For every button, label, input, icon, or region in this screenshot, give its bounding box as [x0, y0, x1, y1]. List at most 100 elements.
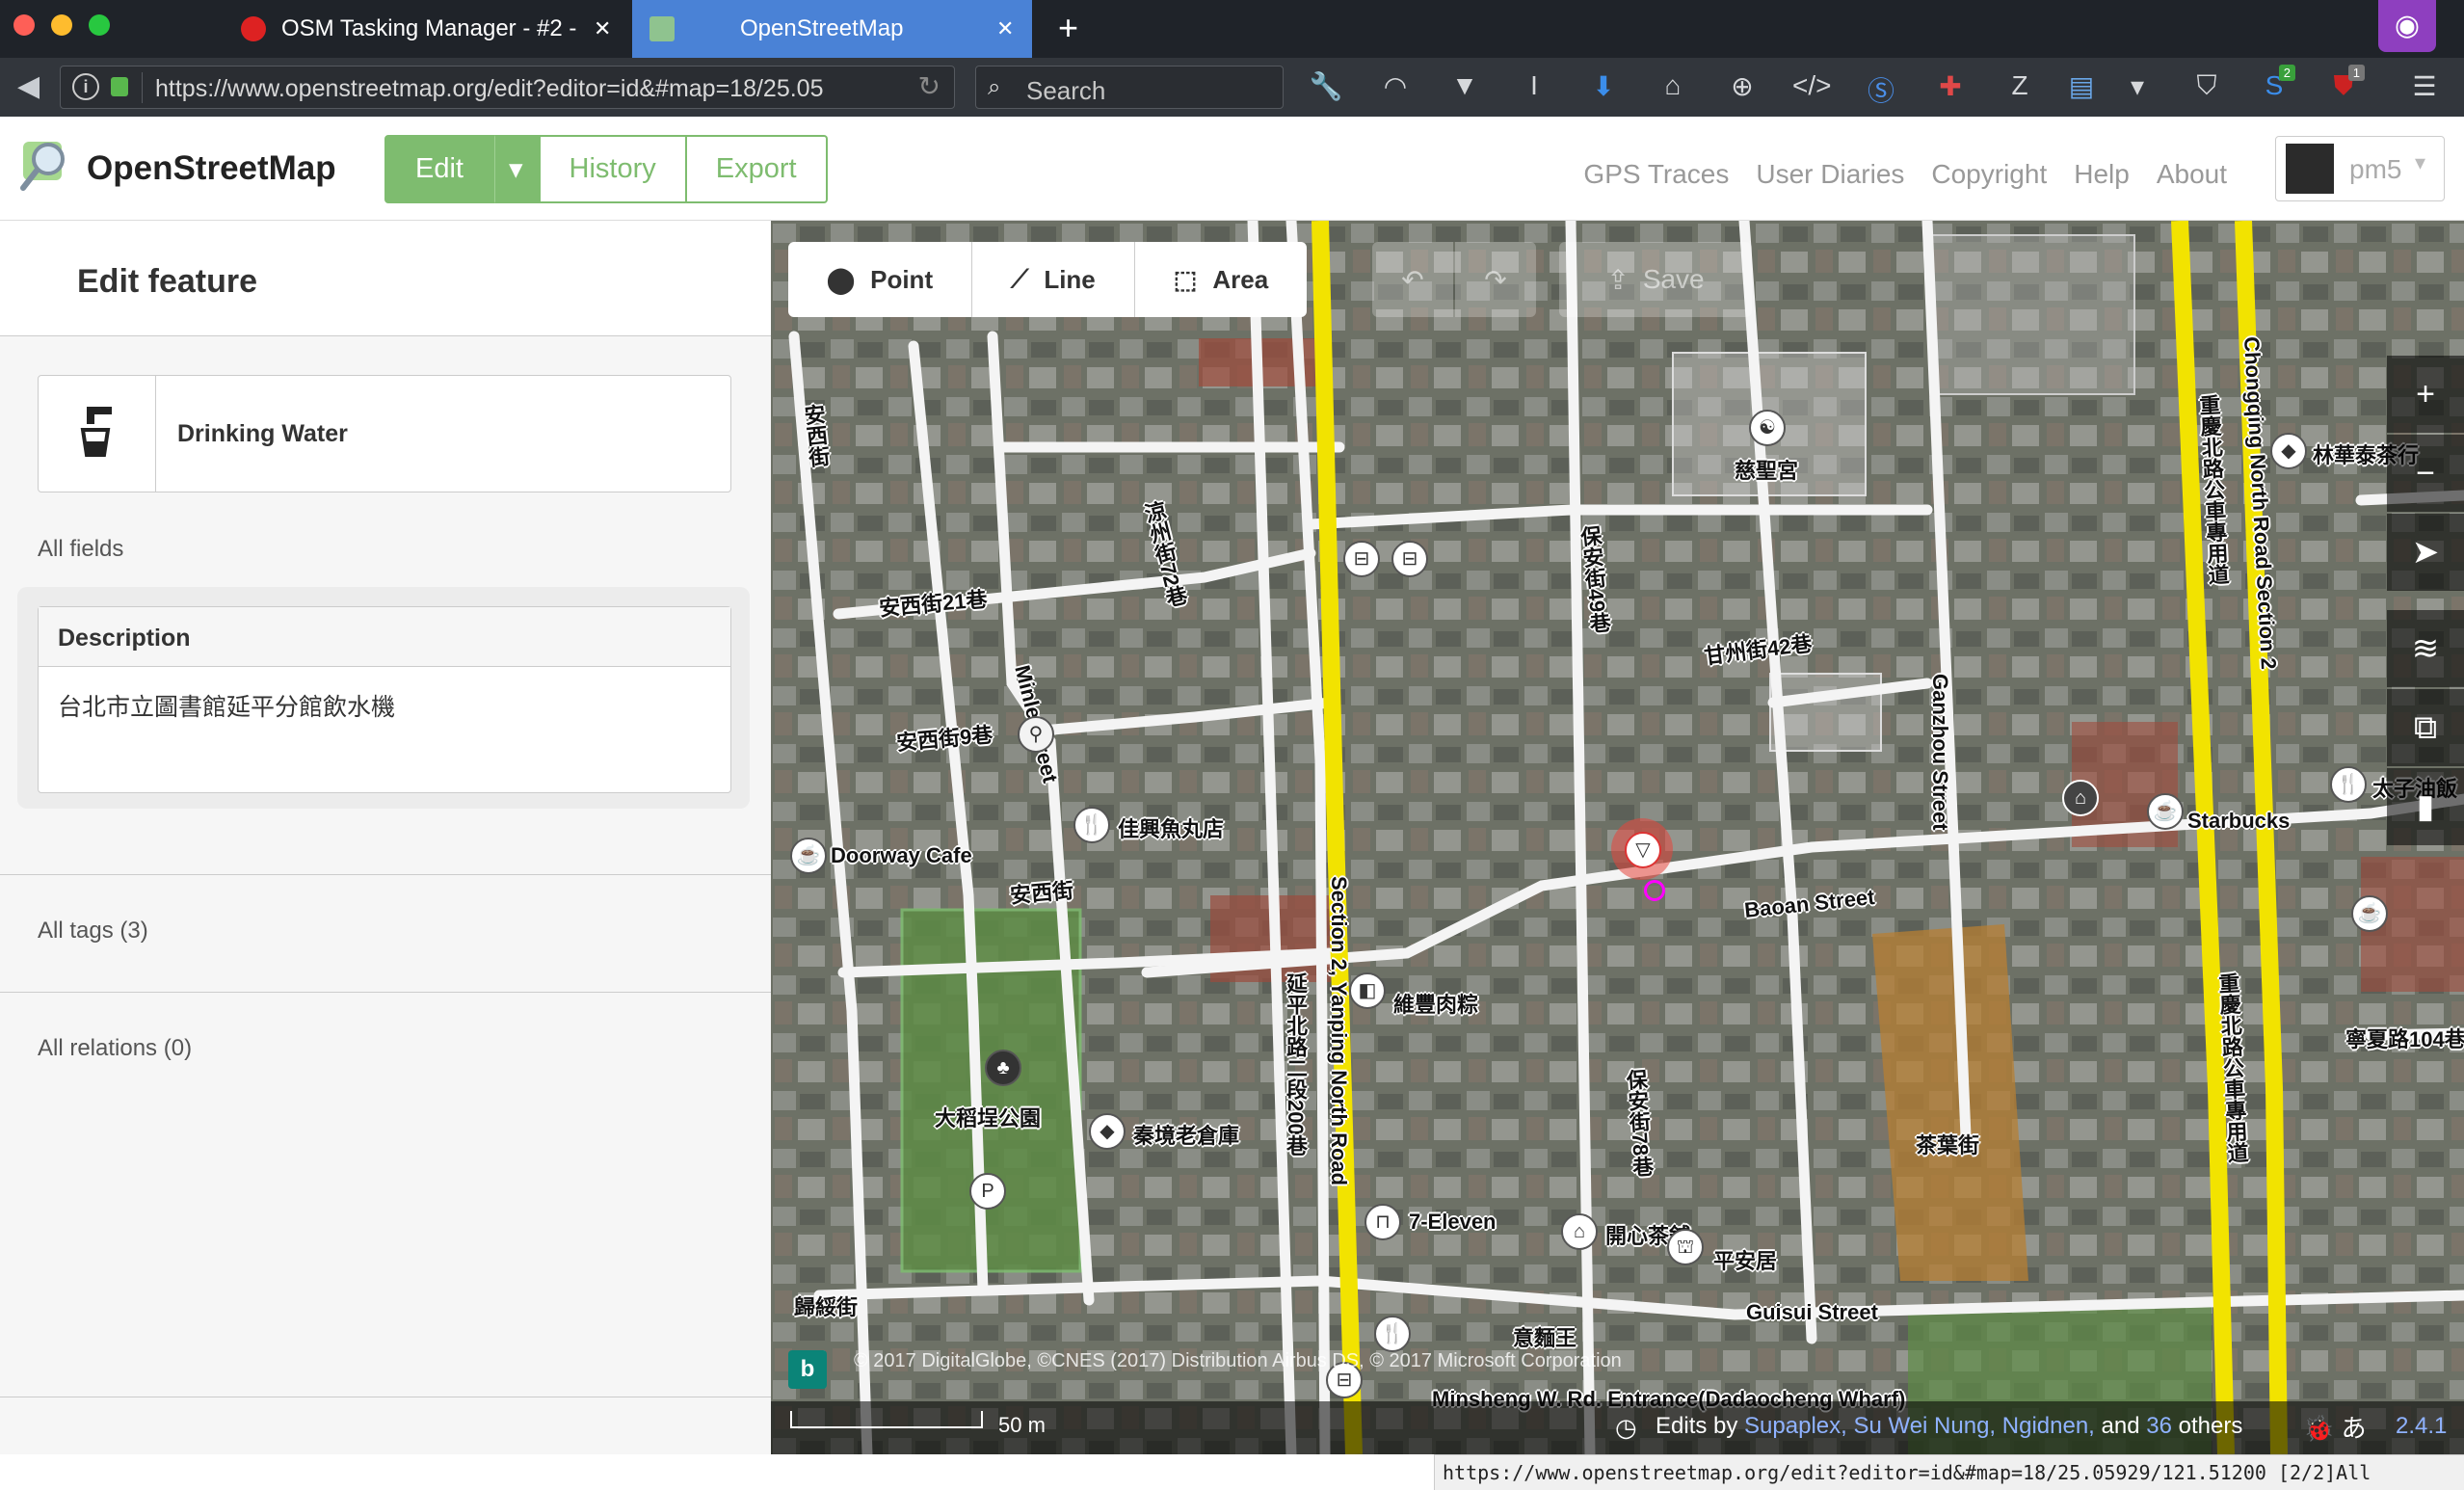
bus-stop-icon[interactable]: ⊟ — [1391, 541, 1428, 577]
add-line-button[interactable]: ⟋ Line — [972, 242, 1135, 317]
all-relations-toggle[interactable]: All relations (0) — [38, 1035, 192, 1062]
all-tags-toggle[interactable]: All tags (3) — [38, 918, 148, 945]
minimize-window-button[interactable] — [51, 14, 72, 36]
reload-icon[interactable]: ↻ — [918, 70, 941, 102]
poi-label: 維豐肉粽 — [1393, 993, 1479, 1017]
background-layers-icon[interactable]: ≋ — [2387, 610, 2464, 687]
poi-label: Starbucks — [2187, 809, 2291, 833]
geolocate-icon[interactable]: ➤ — [2387, 514, 2464, 591]
s-extension-icon[interactable]: Ⓢ — [1862, 70, 1900, 109]
poi-label: 秦境老倉庫 — [1133, 1124, 1240, 1148]
bus-stop-icon[interactable]: ⊟ — [1343, 541, 1380, 577]
map-canvas[interactable]: 安西街 Minle Street Section 2, Yanping Nort… — [771, 221, 2464, 1454]
issues-icon[interactable]: ▮ — [2387, 768, 2464, 845]
browser-nav-bar: ◀ i https://www.openstreetmap.org/edit?e… — [0, 58, 2464, 117]
edit-button[interactable]: Edit — [384, 135, 494, 203]
close-tab-icon[interactable]: ✕ — [594, 16, 611, 41]
info-icon[interactable]: i — [72, 73, 99, 100]
address-text[interactable]: https://www.openstreetmap.org/edit?edito… — [155, 75, 907, 103]
poi-label: 意麵王 — [1513, 1326, 1577, 1350]
vertex-marker[interactable] — [1644, 880, 1665, 901]
bug-report-icon[interactable]: 🐞 あ — [2303, 1409, 2367, 1445]
shop-icon[interactable]: ◆ — [1089, 1113, 1126, 1150]
download-icon[interactable]: ⬇ — [1584, 70, 1623, 102]
add-area-button[interactable]: ⬚ Area — [1134, 242, 1308, 317]
shop-icon[interactable]: ◆ — [2270, 433, 2307, 469]
map-data-icon[interactable]: ⧉ — [2387, 689, 2464, 766]
home-icon[interactable]: ⌂ — [1654, 70, 1692, 101]
drinking-water-marker-icon[interactable]: ▽ — [1625, 832, 1661, 868]
all-fields-toggle[interactable]: All fields — [38, 536, 123, 563]
all-relations-section[interactable]: All relations (0) — [0, 992, 771, 1109]
wrench-icon[interactable]: 🔧 — [1307, 70, 1345, 102]
export-button[interactable]: Export — [686, 135, 828, 203]
zoom-in-icon[interactable]: + — [2387, 356, 2464, 433]
search-box[interactable]: ⌕ Search — [975, 66, 1284, 109]
back-arrow-icon[interactable]: ◀ — [17, 69, 40, 103]
bicycle-icon[interactable]: ⚲ — [1018, 716, 1054, 753]
description-textarea[interactable]: 台北市立圖書館延平分館飲水機 — [58, 688, 395, 723]
convenience-store-icon[interactable]: ⊓ — [1364, 1204, 1401, 1240]
add-point-button[interactable]: ⬤ Point — [788, 242, 973, 317]
place-icon[interactable]: ⛫ — [1667, 1229, 1704, 1265]
cafe-icon[interactable]: ☕ — [790, 838, 827, 874]
private-mask-icon[interactable]: ◉ — [2378, 0, 2436, 52]
restaurant-icon[interactable]: 🍴 — [1073, 807, 1110, 843]
undo-icon[interactable]: ↶ — [1372, 242, 1453, 317]
preset-selector[interactable]: Drinking Water — [38, 375, 731, 492]
gift-icon[interactable]: ⌂ — [1561, 1213, 1598, 1250]
edit-dropdown-caret-icon[interactable]: ▾ — [493, 135, 539, 203]
user-menu[interactable]: pm5 ▾ — [2275, 136, 2445, 201]
nav-gps-traces[interactable]: GPS Traces — [1583, 159, 1729, 190]
medical-cross-icon[interactable]: ✚ — [1931, 70, 1970, 102]
cafe-icon[interactable]: ☕ — [2351, 895, 2388, 932]
history-button[interactable]: History — [538, 135, 687, 203]
instapaper-icon[interactable]: I — [1515, 70, 1553, 101]
new-tab-plus-icon[interactable]: + — [1058, 8, 1078, 48]
close-tab-icon[interactable]: ✕ — [996, 16, 1014, 41]
s-badge-extension-icon[interactable]: S2 — [2255, 65, 2295, 101]
contrib-suffix: others — [2178, 1413, 2243, 1439]
temple-icon[interactable]: ☯ — [1749, 410, 1786, 446]
globe-icon[interactable]: ⊕ — [1723, 70, 1762, 102]
browser-tab[interactable]: OSM Tasking Manager - #2 - ✕ — [241, 0, 631, 58]
contrib-count[interactable]: 36 — [2146, 1413, 2172, 1439]
tree-icon[interactable]: ♣ — [985, 1050, 1021, 1086]
version-link[interactable]: 2.4.1 — [2396, 1413, 2447, 1440]
parking-icon[interactable]: P — [969, 1173, 1006, 1210]
shield-icon[interactable]: ⛉ — [2187, 70, 2226, 102]
osm-logo-icon[interactable] — [19, 138, 73, 192]
address-bar[interactable]: i https://www.openstreetmap.org/edit?edi… — [60, 66, 955, 109]
restaurant-icon[interactable]: 🍴 — [1374, 1316, 1411, 1352]
all-tags-section[interactable]: All tags (3) — [0, 874, 771, 992]
osm-favicon-icon — [649, 16, 675, 41]
butcher-icon[interactable]: ◧ — [1349, 972, 1386, 1009]
dropdown-chevron-icon[interactable]: ▾ — [2118, 70, 2157, 102]
nav-copyright[interactable]: Copyright — [1931, 159, 2047, 190]
nav-about[interactable]: About — [2157, 159, 2227, 190]
hamburger-menu-icon[interactable]: ☰ — [2405, 70, 2444, 102]
save-button[interactable]: ⇪ Save — [1559, 242, 1752, 317]
zoom-out-icon[interactable]: − — [2387, 435, 2464, 512]
brand-name[interactable]: OpenStreetMap — [87, 149, 336, 188]
street-label: 安西街 — [800, 402, 832, 469]
close-window-button[interactable] — [13, 14, 35, 36]
nav-user-diaries[interactable]: User Diaries — [1756, 159, 1904, 190]
contributor-links[interactable]: Supaplex, Su Wei Nung, Ngidnen, — [1744, 1413, 2095, 1439]
nav-help[interactable]: Help — [2074, 159, 2130, 190]
redo-icon[interactable]: ↷ — [1455, 242, 1536, 317]
code-icon[interactable]: </> — [1792, 70, 1831, 101]
description-label: Description — [39, 607, 730, 667]
document-icon[interactable]: ▤ — [2062, 70, 2101, 102]
cafe-icon[interactable]: ☕ — [2147, 793, 2184, 830]
pocket-icon[interactable]: ▼ — [1445, 70, 1484, 101]
browser-tab-active[interactable]: OpenStreetMap ✕ — [632, 0, 1032, 58]
building-icon[interactable]: ⌂ — [2062, 780, 2099, 816]
rss-icon[interactable]: ◠ — [1376, 70, 1415, 102]
preset-name: Drinking Water — [177, 420, 348, 447]
sidebar-title: Edit feature — [77, 263, 258, 300]
maximize-window-button[interactable] — [89, 14, 110, 36]
ublock-icon[interactable]: ⛊ 1 — [2324, 65, 2365, 102]
zotero-icon[interactable]: Z — [2000, 70, 2039, 101]
restaurant-icon[interactable]: 🍴 — [2330, 766, 2367, 803]
